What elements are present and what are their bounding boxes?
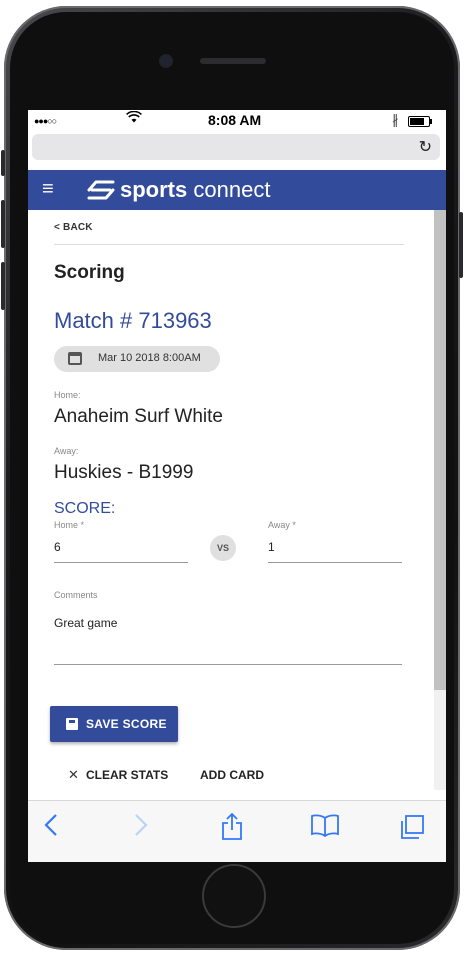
page-title: Scoring xyxy=(54,262,125,283)
status-bar: ●●●○○ 8:08 AM ∦ xyxy=(28,110,446,130)
home-score-input[interactable]: 6 xyxy=(54,540,61,554)
away-team-label: Away: xyxy=(54,446,79,456)
away-team-name: Huskies - B1999 xyxy=(54,462,194,483)
logo-light: connect xyxy=(193,177,271,202)
scrollbar-thumb[interactable] xyxy=(434,210,446,690)
chevron-right-icon[interactable] xyxy=(134,813,148,844)
phone-screen: ●●●○○ 8:08 AM ∦ ↻ ≡ sports connect < BAC… xyxy=(28,110,446,862)
earpiece-speaker xyxy=(200,58,266,64)
home-score-underline xyxy=(54,562,188,563)
back-link[interactable]: < BACK xyxy=(54,222,93,233)
save-score-button[interactable]: SAVE SCORE xyxy=(50,706,178,742)
book-icon[interactable] xyxy=(310,813,340,844)
wifi-icon xyxy=(126,110,142,126)
clear-stats-button[interactable]: CLEAR STATS xyxy=(86,768,168,782)
save-score-label: SAVE SCORE xyxy=(86,717,167,731)
app-bar: ≡ sports connect xyxy=(28,170,446,210)
add-card-button[interactable]: ADD CARD xyxy=(200,768,264,782)
header-divider xyxy=(54,244,404,245)
home-team-label: Home: xyxy=(54,390,81,400)
tabs-icon[interactable] xyxy=(398,813,426,848)
away-score-input[interactable]: 1 xyxy=(268,540,275,554)
share-icon[interactable] xyxy=(220,812,244,848)
away-score-label: Away * xyxy=(268,520,296,530)
mute-switch xyxy=(1,150,5,176)
close-icon[interactable]: ✕ xyxy=(68,767,79,783)
status-time: 8:08 AM xyxy=(208,112,262,128)
signal-icon: ●●●○○ xyxy=(34,116,57,126)
away-score-underline xyxy=(268,562,402,563)
match-date: Mar 10 2018 8:00AM xyxy=(98,352,201,364)
volume-down-button xyxy=(1,262,5,310)
home-button[interactable] xyxy=(202,864,266,928)
hamburger-menu-icon[interactable]: ≡ xyxy=(42,179,54,199)
match-number: Match # 713963 xyxy=(54,308,212,333)
save-floppy-icon xyxy=(66,718,78,730)
app-logo-text: sports connect xyxy=(120,177,270,203)
volume-up-button xyxy=(1,200,5,248)
safari-toolbar xyxy=(28,800,446,862)
date-chip: Mar 10 2018 8:00AM xyxy=(54,346,220,372)
chevron-left-icon[interactable] xyxy=(44,813,58,844)
calendar-icon xyxy=(68,352,82,365)
logo-bold: sports xyxy=(120,177,188,202)
bluetooth-icon: ∦ xyxy=(392,112,399,127)
front-camera xyxy=(161,56,171,66)
comments-label: Comments xyxy=(54,590,98,600)
sports-connect-logo-icon xyxy=(86,179,116,206)
scrollbar-track[interactable] xyxy=(434,690,446,790)
reload-icon[interactable]: ↻ xyxy=(419,137,432,157)
score-heading: SCORE: xyxy=(54,500,116,517)
home-score-label: Home * xyxy=(54,520,85,530)
vs-badge: VS xyxy=(210,535,236,561)
power-button xyxy=(459,212,463,278)
url-bar[interactable]: ↻ xyxy=(32,134,440,160)
home-team-name: Anaheim Surf White xyxy=(54,406,223,427)
battery-icon xyxy=(408,116,432,127)
scoring-form: < BACK Scoring Match # 713963 Mar 10 201… xyxy=(28,210,434,790)
comments-underline xyxy=(54,664,402,665)
comments-textarea[interactable]: Great game xyxy=(54,616,117,630)
